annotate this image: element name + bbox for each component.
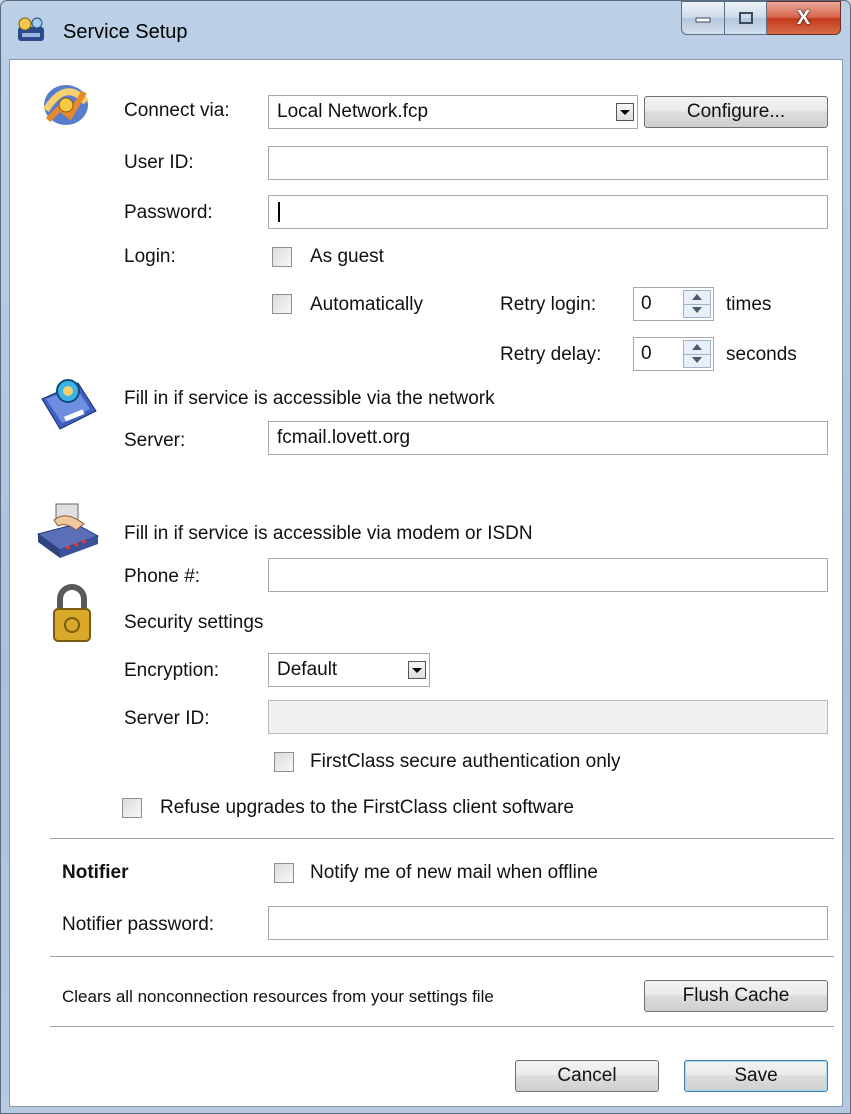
stepper-down-icon[interactable] bbox=[684, 304, 710, 317]
notify-offline-label: Notify me of new mail when offline bbox=[310, 862, 598, 883]
stepper-arrows-icon[interactable] bbox=[683, 290, 711, 318]
encryption-combo[interactable]: Default bbox=[268, 653, 430, 687]
retry-delay-stepper[interactable]: 0 bbox=[633, 337, 714, 371]
password-label: Password: bbox=[124, 202, 213, 223]
service-setup-window: Service Setup X Connect via: Local Netwo… bbox=[0, 0, 851, 1114]
close-icon: X bbox=[796, 6, 811, 29]
retry-login-stepper[interactable]: 0 bbox=[633, 287, 714, 321]
secure-auth-checkbox[interactable] bbox=[274, 752, 294, 772]
login-label: Login: bbox=[124, 246, 176, 267]
chevron-down-icon[interactable] bbox=[408, 661, 426, 679]
stepper-arrows-icon[interactable] bbox=[683, 340, 711, 368]
notifier-password-field[interactable] bbox=[268, 906, 828, 940]
as-guest-label: As guest bbox=[310, 246, 384, 267]
text-cursor bbox=[278, 202, 280, 222]
modem-icon bbox=[36, 503, 100, 558]
network-server-icon bbox=[41, 379, 97, 430]
password-field[interactable] bbox=[268, 195, 828, 229]
automatically-checkbox[interactable] bbox=[272, 294, 292, 314]
network-heading: Fill in if service is accessible via the… bbox=[124, 388, 495, 409]
divider bbox=[50, 838, 834, 840]
secure-auth-label: FirstClass secure authentication only bbox=[310, 751, 621, 772]
stepper-down-icon[interactable] bbox=[684, 354, 710, 367]
user-id-label: User ID: bbox=[124, 152, 194, 173]
retry-delay-value: 0 bbox=[641, 343, 652, 364]
padlock-icon bbox=[53, 584, 91, 642]
as-guest-checkbox[interactable] bbox=[272, 247, 292, 267]
flush-cache-button[interactable]: Flush Cache bbox=[644, 980, 828, 1012]
notifier-heading: Notifier bbox=[62, 862, 129, 883]
maximize-button[interactable] bbox=[725, 1, 767, 35]
cancel-button[interactable]: Cancel bbox=[515, 1060, 659, 1092]
save-button[interactable]: Save bbox=[684, 1060, 828, 1092]
connection-icon bbox=[43, 85, 89, 125]
notifier-password-label: Notifier password: bbox=[62, 914, 215, 935]
refuse-upgrades-checkbox[interactable] bbox=[122, 798, 142, 818]
phone-field[interactable] bbox=[268, 558, 828, 592]
server-id-field bbox=[268, 700, 828, 734]
phone-label: Phone #: bbox=[124, 566, 201, 587]
title-bar[interactable]: Service Setup X bbox=[1, 1, 850, 59]
automatically-label: Automatically bbox=[310, 294, 423, 315]
divider bbox=[50, 956, 834, 958]
stepper-up-icon[interactable] bbox=[684, 341, 710, 355]
cache-description: Clears all nonconnection resources from … bbox=[62, 987, 494, 1006]
encryption-value: Default bbox=[277, 659, 338, 680]
stepper-up-icon[interactable] bbox=[684, 291, 710, 305]
window-controls: X bbox=[681, 1, 841, 35]
connect-via-value: Local Network.fcp bbox=[277, 101, 429, 122]
retry-login-label: Retry login: bbox=[500, 294, 597, 315]
encryption-label: Encryption: bbox=[124, 660, 220, 681]
security-heading: Security settings bbox=[124, 612, 264, 633]
refuse-upgrades-label: Refuse upgrades to the FirstClass client… bbox=[160, 797, 574, 818]
server-id-label: Server ID: bbox=[124, 708, 210, 729]
dialog-body: Connect via: Local Network.fcp Configure… bbox=[9, 59, 843, 1107]
retry-login-unit: times bbox=[726, 294, 772, 315]
minimize-icon bbox=[695, 17, 711, 23]
minimize-button[interactable] bbox=[681, 1, 725, 35]
notify-offline-checkbox[interactable] bbox=[274, 863, 294, 883]
retry-login-value: 0 bbox=[641, 293, 652, 314]
server-field[interactable]: fcmail.lovett.org bbox=[268, 421, 828, 455]
configure-button[interactable]: Configure... bbox=[644, 96, 828, 128]
retry-delay-label: Retry delay: bbox=[500, 344, 602, 365]
server-label: Server: bbox=[124, 430, 186, 451]
chevron-down-icon[interactable] bbox=[616, 103, 634, 121]
close-button[interactable]: X bbox=[767, 1, 841, 35]
connect-via-label: Connect via: bbox=[124, 100, 230, 121]
window-title: Service Setup bbox=[63, 21, 188, 43]
maximize-icon bbox=[738, 12, 753, 24]
modem-heading: Fill in if service is accessible via mod… bbox=[124, 523, 533, 544]
divider bbox=[50, 1026, 834, 1028]
app-icon bbox=[18, 17, 44, 41]
connect-via-combo[interactable]: Local Network.fcp bbox=[268, 95, 638, 129]
retry-delay-unit: seconds bbox=[726, 344, 797, 365]
user-id-field[interactable] bbox=[268, 146, 828, 180]
